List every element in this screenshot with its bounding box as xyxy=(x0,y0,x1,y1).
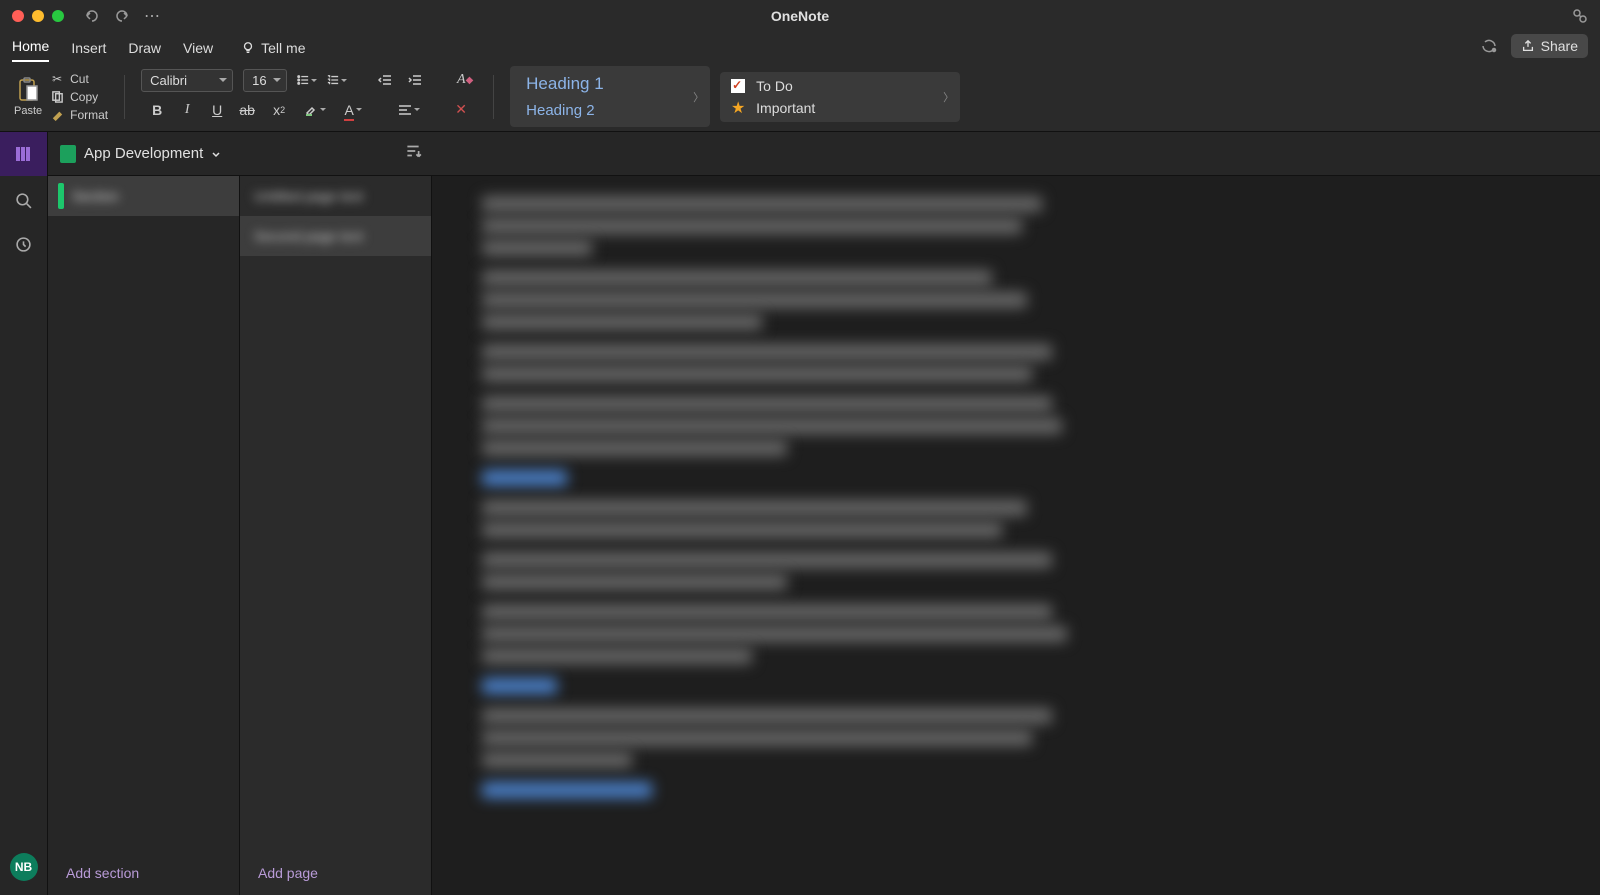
share-icon xyxy=(1521,39,1535,53)
star-icon: ★ xyxy=(730,100,746,116)
align-button[interactable] xyxy=(395,100,423,120)
user-avatar[interactable]: NB xyxy=(10,853,38,881)
note-paragraph xyxy=(482,196,1550,256)
copy-button[interactable]: Copy xyxy=(50,89,108,105)
strikethrough-button[interactable]: ab xyxy=(237,100,257,120)
scissors-icon: ✂ xyxy=(50,72,64,86)
window-zoom[interactable] xyxy=(52,10,64,22)
clock-icon xyxy=(15,236,32,253)
tags-gallery[interactable]: To Do ★ Important 〉 xyxy=(720,72,960,122)
note-paragraph xyxy=(482,708,1550,768)
note-canvas[interactable] xyxy=(432,176,1600,895)
paste-button[interactable]: Paste xyxy=(10,77,46,117)
cut-button[interactable]: ✂Cut xyxy=(50,71,108,87)
add-section-button[interactable]: Add section xyxy=(48,851,239,895)
numbering-button[interactable] xyxy=(327,70,347,90)
note-paragraph xyxy=(482,552,1550,590)
underline-button[interactable]: U xyxy=(207,100,227,120)
sort-button[interactable] xyxy=(392,142,434,165)
redo-icon[interactable] xyxy=(114,8,130,24)
tell-me-label: Tell me xyxy=(261,40,305,56)
note-paragraph xyxy=(482,782,1550,798)
note-paragraph xyxy=(482,604,1550,664)
chevron-down-icon xyxy=(211,149,221,159)
tab-view[interactable]: View xyxy=(183,36,213,62)
note-paragraph xyxy=(482,500,1550,538)
window-title: OneNote xyxy=(771,8,829,24)
notebooks-button[interactable] xyxy=(0,132,48,176)
search-button[interactable] xyxy=(14,190,34,210)
font-color-button[interactable]: A xyxy=(339,100,367,120)
paste-label: Paste xyxy=(14,105,42,117)
tag-important[interactable]: ★ Important xyxy=(730,100,950,116)
clear-button[interactable]: ✕ xyxy=(451,100,471,120)
style-heading2[interactable]: Heading 2 xyxy=(520,100,700,121)
tag-todo[interactable]: To Do xyxy=(730,78,950,94)
page-item[interactable]: Second page text xyxy=(240,216,431,256)
note-paragraph xyxy=(482,470,1550,486)
italic-button[interactable]: I xyxy=(177,100,197,120)
notebook-dropdown[interactable]: App Development xyxy=(48,145,1600,163)
section-color-tab xyxy=(58,183,64,209)
format-painter-button[interactable]: Format xyxy=(50,107,108,123)
share-label: Share xyxy=(1541,38,1578,54)
outdent-button[interactable] xyxy=(375,70,395,90)
note-paragraph xyxy=(482,678,1550,694)
section-item[interactable]: Section xyxy=(48,176,239,216)
add-page-button[interactable]: Add page xyxy=(240,851,431,895)
more-icon[interactable]: ⋯ xyxy=(144,8,160,24)
note-paragraph xyxy=(482,344,1550,382)
tab-draw[interactable]: Draw xyxy=(128,36,161,62)
checkbox-icon xyxy=(730,78,746,94)
lightbulb-icon xyxy=(241,41,255,55)
notebooks-icon xyxy=(15,145,33,163)
window-minimize[interactable] xyxy=(32,10,44,22)
window-close[interactable] xyxy=(12,10,24,22)
recent-button[interactable] xyxy=(14,234,34,254)
subscript-button[interactable]: x2 xyxy=(267,100,291,120)
indent-button[interactable] xyxy=(405,70,425,90)
styles-expand-icon[interactable]: 〉 xyxy=(693,89,704,105)
tags-expand-icon[interactable]: 〉 xyxy=(943,89,954,105)
clear-formatting-button[interactable]: A◆ xyxy=(453,70,477,90)
window-mode-icon[interactable] xyxy=(1572,8,1588,24)
tab-insert[interactable]: Insert xyxy=(71,36,106,62)
sync-icon[interactable] xyxy=(1481,38,1497,54)
font-size-select[interactable] xyxy=(243,69,287,92)
style-heading1[interactable]: Heading 1 xyxy=(520,72,700,96)
share-button[interactable]: Share xyxy=(1511,34,1588,58)
notebook-icon xyxy=(60,145,76,163)
styles-gallery[interactable]: Heading 1 Heading 2 〉 xyxy=(510,66,710,127)
notebook-name: App Development xyxy=(84,145,203,162)
search-icon xyxy=(15,192,32,209)
copy-icon xyxy=(50,90,64,104)
bullets-button[interactable] xyxy=(297,70,317,90)
undo-icon[interactable] xyxy=(84,8,100,24)
tab-home[interactable]: Home xyxy=(12,34,49,62)
clipboard-icon xyxy=(16,77,40,103)
tell-me[interactable]: Tell me xyxy=(241,36,305,62)
page-item[interactable]: Untitled page text xyxy=(240,176,431,216)
note-paragraph xyxy=(482,270,1550,330)
bold-button[interactable]: B xyxy=(147,100,167,120)
note-paragraph xyxy=(482,396,1550,456)
section-label: Section xyxy=(72,188,119,204)
font-name-select[interactable] xyxy=(141,69,233,92)
paintbrush-icon xyxy=(50,108,64,122)
highlight-button[interactable] xyxy=(301,100,329,120)
